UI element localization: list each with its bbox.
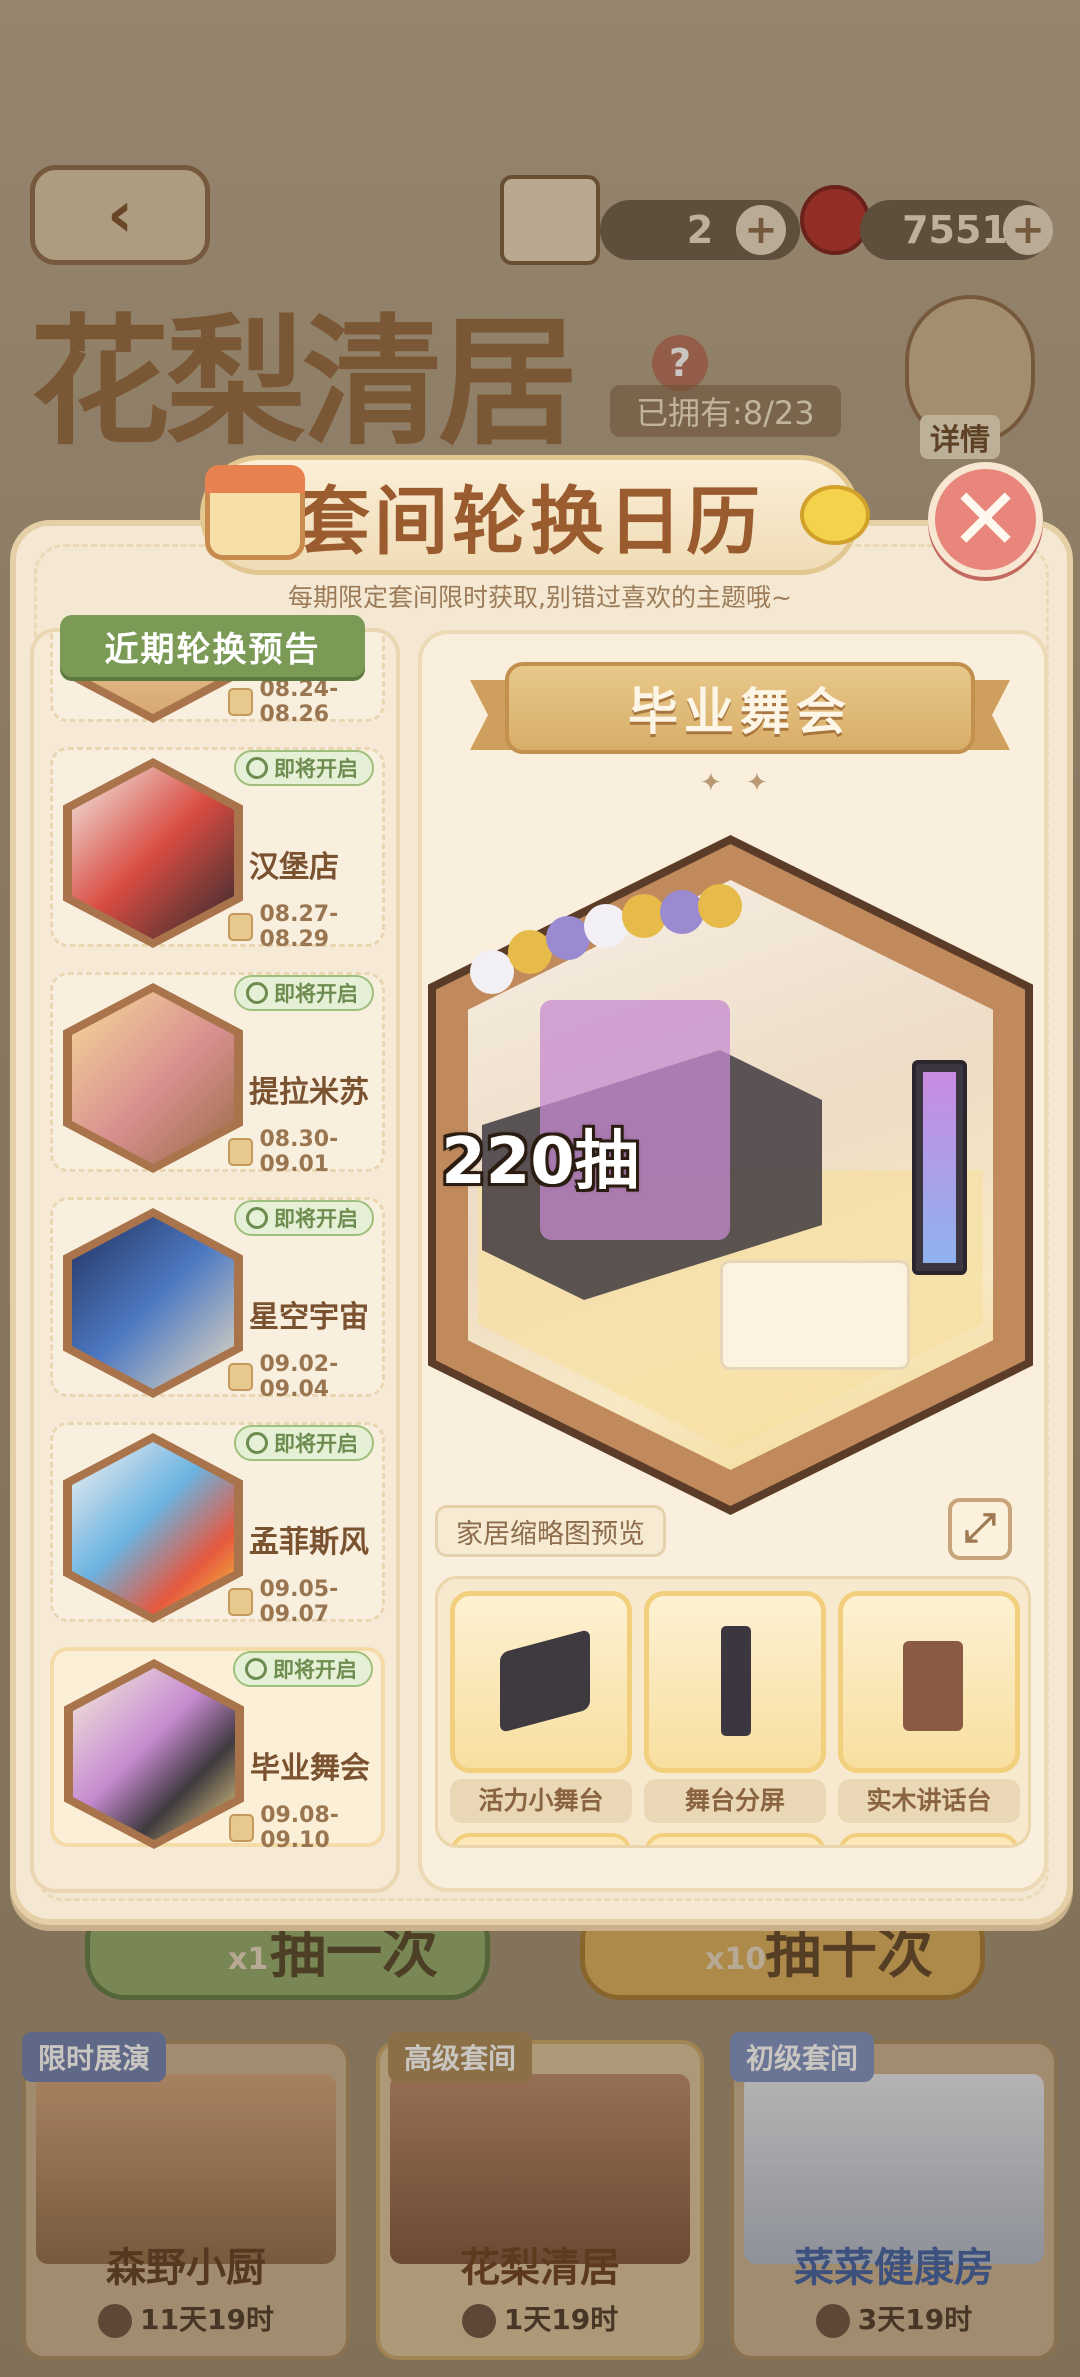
- balloon: [698, 884, 742, 928]
- calendar-icon: [205, 465, 305, 560]
- calendar-small-icon: [228, 913, 254, 941]
- date-text: 09.08-09.10: [260, 1803, 339, 1853]
- suite-thumbnail: [63, 758, 243, 948]
- list-item-selected[interactable]: 即将开启 毕业舞会 09.08-09.10: [50, 1647, 385, 1853]
- date-range: 08.24-08.26: [228, 677, 382, 727]
- balloon: [470, 950, 514, 994]
- calendar-small-icon: [229, 1814, 255, 1842]
- banner-body: 毕业舞会: [505, 662, 975, 754]
- calendar-small-icon: [228, 688, 254, 716]
- podium-icon: [903, 1641, 963, 1731]
- clock-icon: [245, 1658, 267, 1680]
- entry-name: 孟菲斯风: [249, 1525, 369, 1560]
- list-item[interactable]: 即将开启 孟菲斯风 09.05-09.07: [50, 1422, 385, 1627]
- status-badge: 即将开启: [234, 1425, 374, 1461]
- badge-text: 即将开启: [274, 1432, 358, 1456]
- sparkle-icon: ✦ ✦: [700, 768, 776, 798]
- date-text: 08.27-08.29: [259, 902, 339, 952]
- status-badge: 即将开启: [234, 1200, 374, 1236]
- entry-name: 毕业舞会: [250, 1751, 370, 1786]
- clock-icon: [246, 757, 268, 779]
- date-text: 09.05-09.07: [259, 1577, 339, 1627]
- suite-thumbnail: [63, 1208, 243, 1398]
- badge-text: 即将开启: [273, 1658, 357, 1682]
- date-text: 09.02-09.04: [259, 1352, 339, 1402]
- close-icon: ✕: [949, 469, 1022, 570]
- calendar-small-icon: [228, 1363, 254, 1391]
- expand-icon[interactable]: ⤢: [948, 1498, 1012, 1560]
- mini-stage-icon: [500, 1628, 590, 1734]
- modal-subtitle: 每期限定套间限时获取,别错过喜欢的主题哦~: [288, 583, 792, 612]
- list-item[interactable]: 即将开启 星空宇宙 09.02-09.04: [50, 1197, 385, 1402]
- badge-text: 即将开启: [274, 982, 358, 1006]
- modal-title: 套间轮换日历: [296, 478, 764, 565]
- badge-text: 即将开启: [274, 757, 358, 781]
- close-button[interactable]: ✕: [928, 462, 1043, 577]
- furniture-item-partial[interactable]: [644, 1833, 826, 1845]
- suite-name-banner: 毕业舞会: [470, 650, 1010, 770]
- status-badge: 即将开启: [234, 975, 374, 1011]
- suite-thumbnail: [64, 1659, 244, 1849]
- date-text: 08.24-08.26: [259, 677, 339, 727]
- rotation-list[interactable]: 08.24-08.26 即将开启 汉堡店 08.27-08.29 即将开启 提拉…: [30, 628, 400, 1893]
- date-range: 09.08-09.10: [229, 1803, 381, 1853]
- suite-name: 毕业舞会: [628, 683, 852, 741]
- status-badge: 即将开启: [234, 750, 374, 786]
- screen-icon: [721, 1626, 751, 1736]
- date-range: 08.27-08.29: [228, 902, 382, 952]
- furniture-item-podium[interactable]: [838, 1591, 1020, 1773]
- clock-icon: [246, 1432, 268, 1454]
- badge-text: 即将开启: [274, 1207, 358, 1231]
- furniture-label: 活力小舞台: [450, 1779, 632, 1823]
- date-range: 09.02-09.04: [228, 1352, 382, 1402]
- dessert-table-illustration: [720, 1260, 910, 1370]
- entry-name: 汉堡店: [249, 850, 339, 885]
- calendar-small-icon: [228, 1588, 254, 1616]
- furniture-item-stage[interactable]: [450, 1591, 632, 1773]
- suite-thumbnail: [63, 1433, 243, 1623]
- chick-icon: [800, 485, 870, 545]
- balloon-garland: [470, 884, 770, 1000]
- entry-name: 星空宇宙: [249, 1300, 369, 1335]
- furniture-item-partial[interactable]: [450, 1833, 632, 1845]
- clock-icon: [246, 1207, 268, 1229]
- furniture-label: 舞台分屏: [644, 1779, 826, 1823]
- furniture-grid[interactable]: 活力小舞台 舞台分屏 实木讲话台: [435, 1576, 1031, 1848]
- furniture-item-partial[interactable]: [838, 1833, 1020, 1845]
- clock-icon: [246, 982, 268, 1004]
- furniture-label: 实木讲话台: [838, 1779, 1020, 1823]
- entry-name: 提拉米苏: [249, 1075, 369, 1110]
- date-range: 09.05-09.07: [228, 1577, 382, 1627]
- status-badge: 即将开启: [233, 1651, 373, 1687]
- list-item[interactable]: 即将开启 汉堡店 08.27-08.29: [50, 747, 385, 952]
- balloon: [660, 890, 704, 934]
- upcoming-rotation-tag: 近期轮换预告: [60, 615, 365, 677]
- furniture-preview-label: 家居缩略图预览: [435, 1505, 666, 1557]
- balloon: [584, 904, 628, 948]
- pull-count: 220抽: [441, 1125, 639, 1199]
- furniture-item-screen[interactable]: [644, 1591, 826, 1773]
